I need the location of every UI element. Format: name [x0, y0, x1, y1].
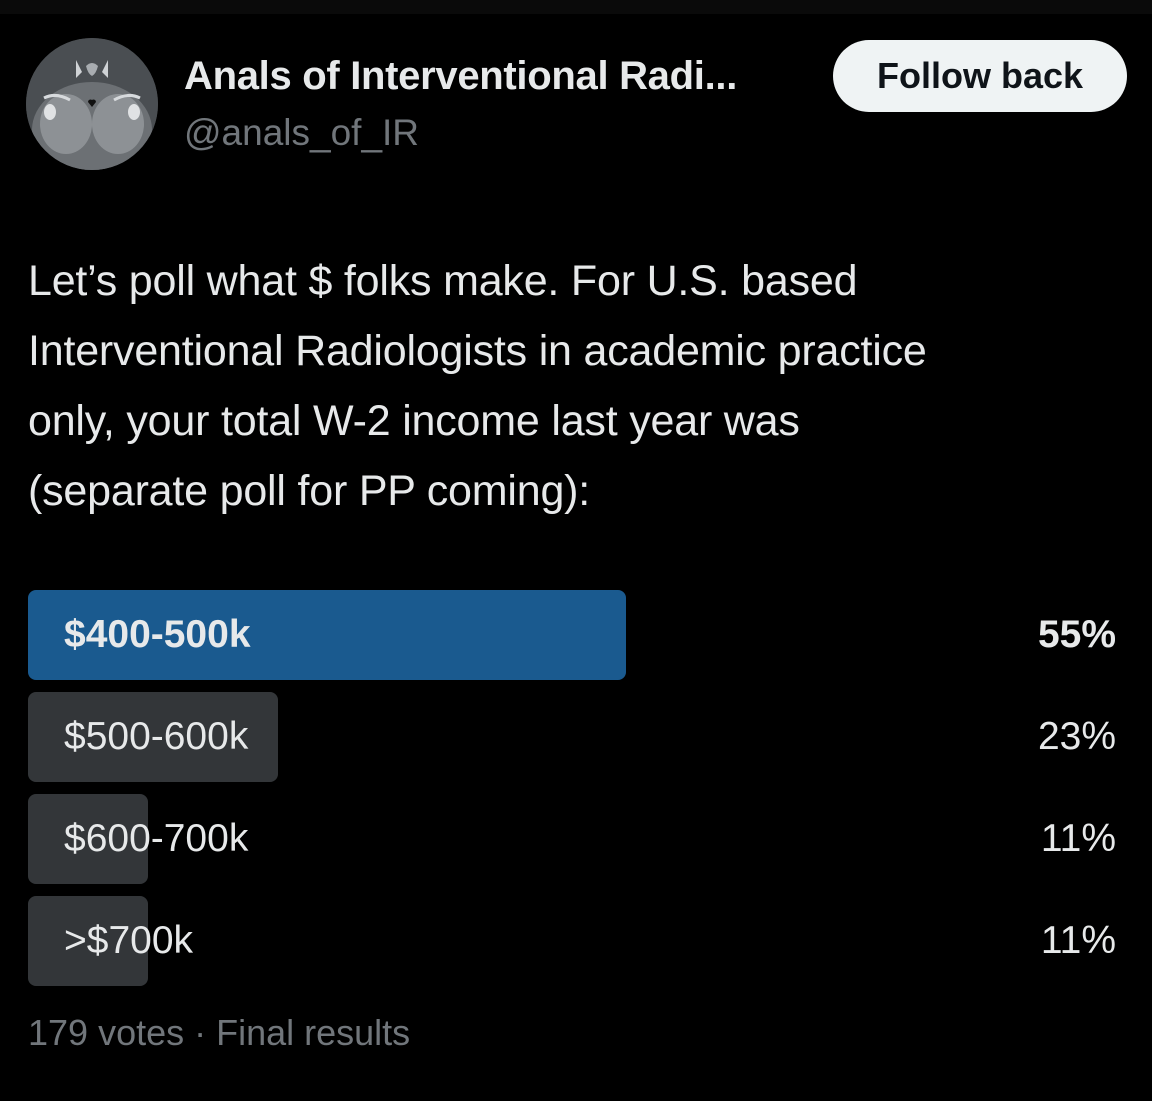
poll-option-label: $600-700k	[64, 817, 249, 860]
display-name[interactable]: Anals of Interventional Radi...	[184, 54, 737, 99]
tweet-text-line: (separate poll for PP coming):	[28, 467, 591, 515]
poll-option-label: $500-600k	[64, 715, 249, 758]
tweet-text-line: Interventional Radiologists in academic …	[28, 327, 927, 375]
poll-option[interactable]: $600-700k 11%	[28, 794, 1116, 884]
top-edge	[0, 0, 1152, 14]
poll: $400-500k 55% $500-600k 23% $600-700k 11…	[28, 590, 1116, 998]
tweet-text-line: Let’s poll what $ folks make. For U.S. b…	[28, 257, 858, 305]
poll-option-percent: 11%	[1040, 817, 1116, 860]
poll-option[interactable]: $500-600k 23%	[28, 692, 1116, 782]
avatar[interactable]	[26, 38, 158, 170]
tweet-text-line: only, your total W-2 income last year wa…	[28, 397, 800, 445]
poll-option-percent: 11%	[1040, 919, 1116, 962]
follow-back-button[interactable]: Follow back	[833, 40, 1127, 112]
tweet-text: Let’s poll what $ folks make. For U.S. b…	[28, 246, 1128, 526]
poll-option-label: $400-500k	[64, 613, 251, 656]
account-handle[interactable]: @anals_of_IR	[184, 112, 419, 154]
poll-option[interactable]: $400-500k 55%	[28, 590, 1116, 680]
poll-option[interactable]: >$700k 11%	[28, 896, 1116, 986]
poll-option-percent: 23%	[1037, 715, 1116, 758]
ct-scan-avatar-icon	[26, 38, 158, 170]
poll-option-label: >$700k	[64, 919, 194, 962]
poll-option-percent: 55%	[1037, 613, 1116, 656]
poll-meta: 179 votes · Final results	[28, 1012, 411, 1053]
